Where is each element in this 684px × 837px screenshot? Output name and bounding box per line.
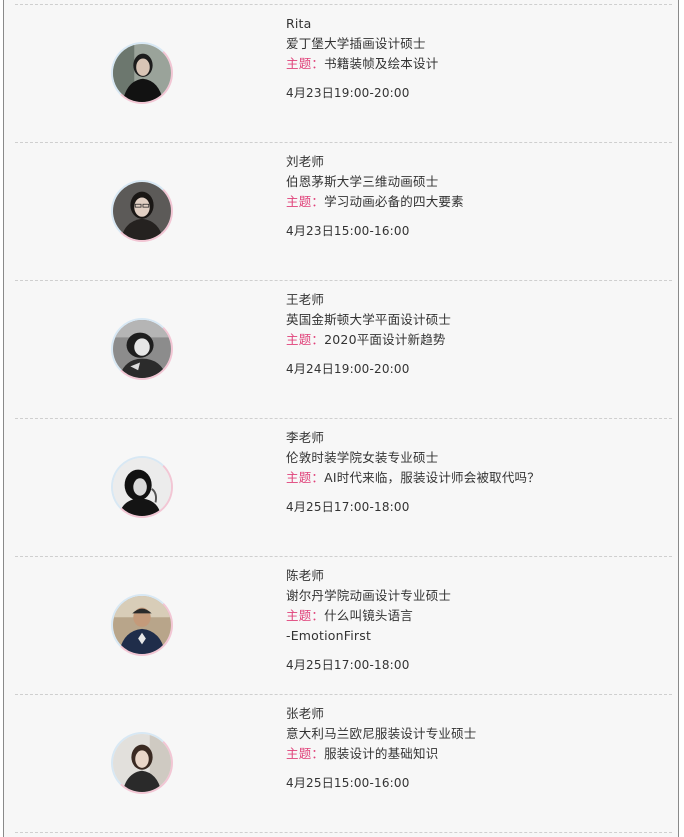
teacher-avatar (111, 180, 173, 242)
topic-label: 主题： (286, 332, 325, 347)
teacher-degree: 英国金斯顿大学平面设计硕士 (286, 312, 452, 327)
session-time: 4月25日15:00-16:00 (286, 776, 410, 790)
teacher-info: 王老师 英国金斯顿大学平面设计硕士 主题：2020平面设计新趋势 4月24日19… (286, 290, 666, 377)
teacher-degree: 伦敦时装学院女装专业硕士 (286, 450, 439, 465)
teacher-name: Rita (286, 16, 312, 31)
teacher-topic: 主题：服装设计的基础知识 (286, 744, 666, 764)
teacher-degree: 谢尔丹学院动画设计专业硕士 (286, 588, 452, 603)
teacher-topic-extra: -EmotionFirst (286, 628, 372, 643)
avatar-photo-icon (113, 320, 171, 378)
teacher-avatar (111, 732, 173, 794)
topic-label: 主题： (286, 56, 325, 71)
topic-text: 什么叫镜头语言 (324, 608, 414, 623)
teacher-name: 张老师 (286, 706, 325, 721)
teacher-degree: 伯恩茅斯大学三维动画硕士 (286, 174, 439, 189)
teacher-info: 刘老师 伯恩茅斯大学三维动画硕士 主题：学习动画必备的四大要素 4月23日15:… (286, 152, 666, 239)
session-time: 4月24日19:00-20:00 (286, 362, 410, 376)
topic-label: 主题： (286, 194, 325, 209)
avatar-photo-icon (113, 596, 171, 654)
teacher-info: 李老师 伦敦时装学院女装专业硕士 主题：AI时代来临，服装设计师会被取代吗？ 4… (286, 428, 666, 515)
teacher-name: 王老师 (286, 292, 325, 307)
teacher-topic: 主题：AI时代来临，服装设计师会被取代吗？ (286, 468, 666, 488)
topic-label: 主题： (286, 470, 325, 485)
teacher-topic: 主题：书籍装帧及绘本设计 (286, 54, 666, 74)
teacher-avatar (111, 456, 173, 518)
topic-text: 2020平面设计新趋势 (324, 332, 446, 347)
teacher-topic: 主题：什么叫镜头语言 (286, 606, 666, 626)
avatar-photo-icon (113, 182, 171, 240)
teacher-name: 刘老师 (286, 154, 325, 169)
teacher-name: 李老师 (286, 430, 325, 445)
avatar-photo-icon (113, 734, 171, 792)
teacher-list-panel: Rita 爱丁堡大学插画设计硕士 主题：书籍装帧及绘本设计 4月23日19:00… (3, 0, 679, 837)
teacher-card[interactable]: 刘老师 伯恩茅斯大学三维动画硕士 主题：学习动画必备的四大要素 4月23日15:… (4, 143, 678, 281)
teacher-card[interactable]: 张老师 意大利马兰欧尼服装设计专业硕士 主题：服装设计的基础知识 4月25日15… (4, 695, 678, 833)
topic-text: 书籍装帧及绘本设计 (324, 56, 439, 71)
session-time: 4月25日17:00-18:00 (286, 658, 410, 672)
session-time: 4月23日15:00-16:00 (286, 224, 410, 238)
divider (15, 832, 672, 833)
teacher-name: 陈老师 (286, 568, 325, 583)
teacher-topic: 主题：2020平面设计新趋势 (286, 330, 666, 350)
teacher-card[interactable]: 王老师 英国金斯顿大学平面设计硕士 主题：2020平面设计新趋势 4月24日19… (4, 281, 678, 419)
teacher-info: Rita 爱丁堡大学插画设计硕士 主题：书籍装帧及绘本设计 4月23日19:00… (286, 14, 666, 101)
avatar-photo-icon (113, 44, 171, 102)
topic-text: 服装设计的基础知识 (324, 746, 439, 761)
teacher-card[interactable]: Rita 爱丁堡大学插画设计硕士 主题：书籍装帧及绘本设计 4月23日19:00… (4, 5, 678, 143)
teacher-avatar (111, 42, 173, 104)
teacher-avatar (111, 594, 173, 656)
teacher-info: 张老师 意大利马兰欧尼服装设计专业硕士 主题：服装设计的基础知识 4月25日15… (286, 704, 666, 791)
teacher-topic: 主题：学习动画必备的四大要素 (286, 192, 666, 212)
topic-text: AI时代来临，服装设计师会被取代吗？ (324, 470, 540, 485)
teacher-card[interactable]: 陈老师 谢尔丹学院动画设计专业硕士 主题：什么叫镜头语言 -EmotionFir… (4, 557, 678, 695)
teacher-degree: 意大利马兰欧尼服装设计专业硕士 (286, 726, 477, 741)
avatar-photo-icon (113, 458, 171, 516)
topic-label: 主题： (286, 746, 325, 761)
teacher-degree: 爱丁堡大学插画设计硕士 (286, 36, 426, 51)
teacher-avatar (111, 318, 173, 380)
session-time: 4月23日19:00-20:00 (286, 86, 410, 100)
session-time: 4月25日17:00-18:00 (286, 500, 410, 514)
topic-label: 主题： (286, 608, 325, 623)
teacher-card[interactable]: 李老师 伦敦时装学院女装专业硕士 主题：AI时代来临，服装设计师会被取代吗？ 4… (4, 419, 678, 557)
teacher-info: 陈老师 谢尔丹学院动画设计专业硕士 主题：什么叫镜头语言 -EmotionFir… (286, 566, 666, 673)
topic-text: 学习动画必备的四大要素 (324, 194, 464, 209)
